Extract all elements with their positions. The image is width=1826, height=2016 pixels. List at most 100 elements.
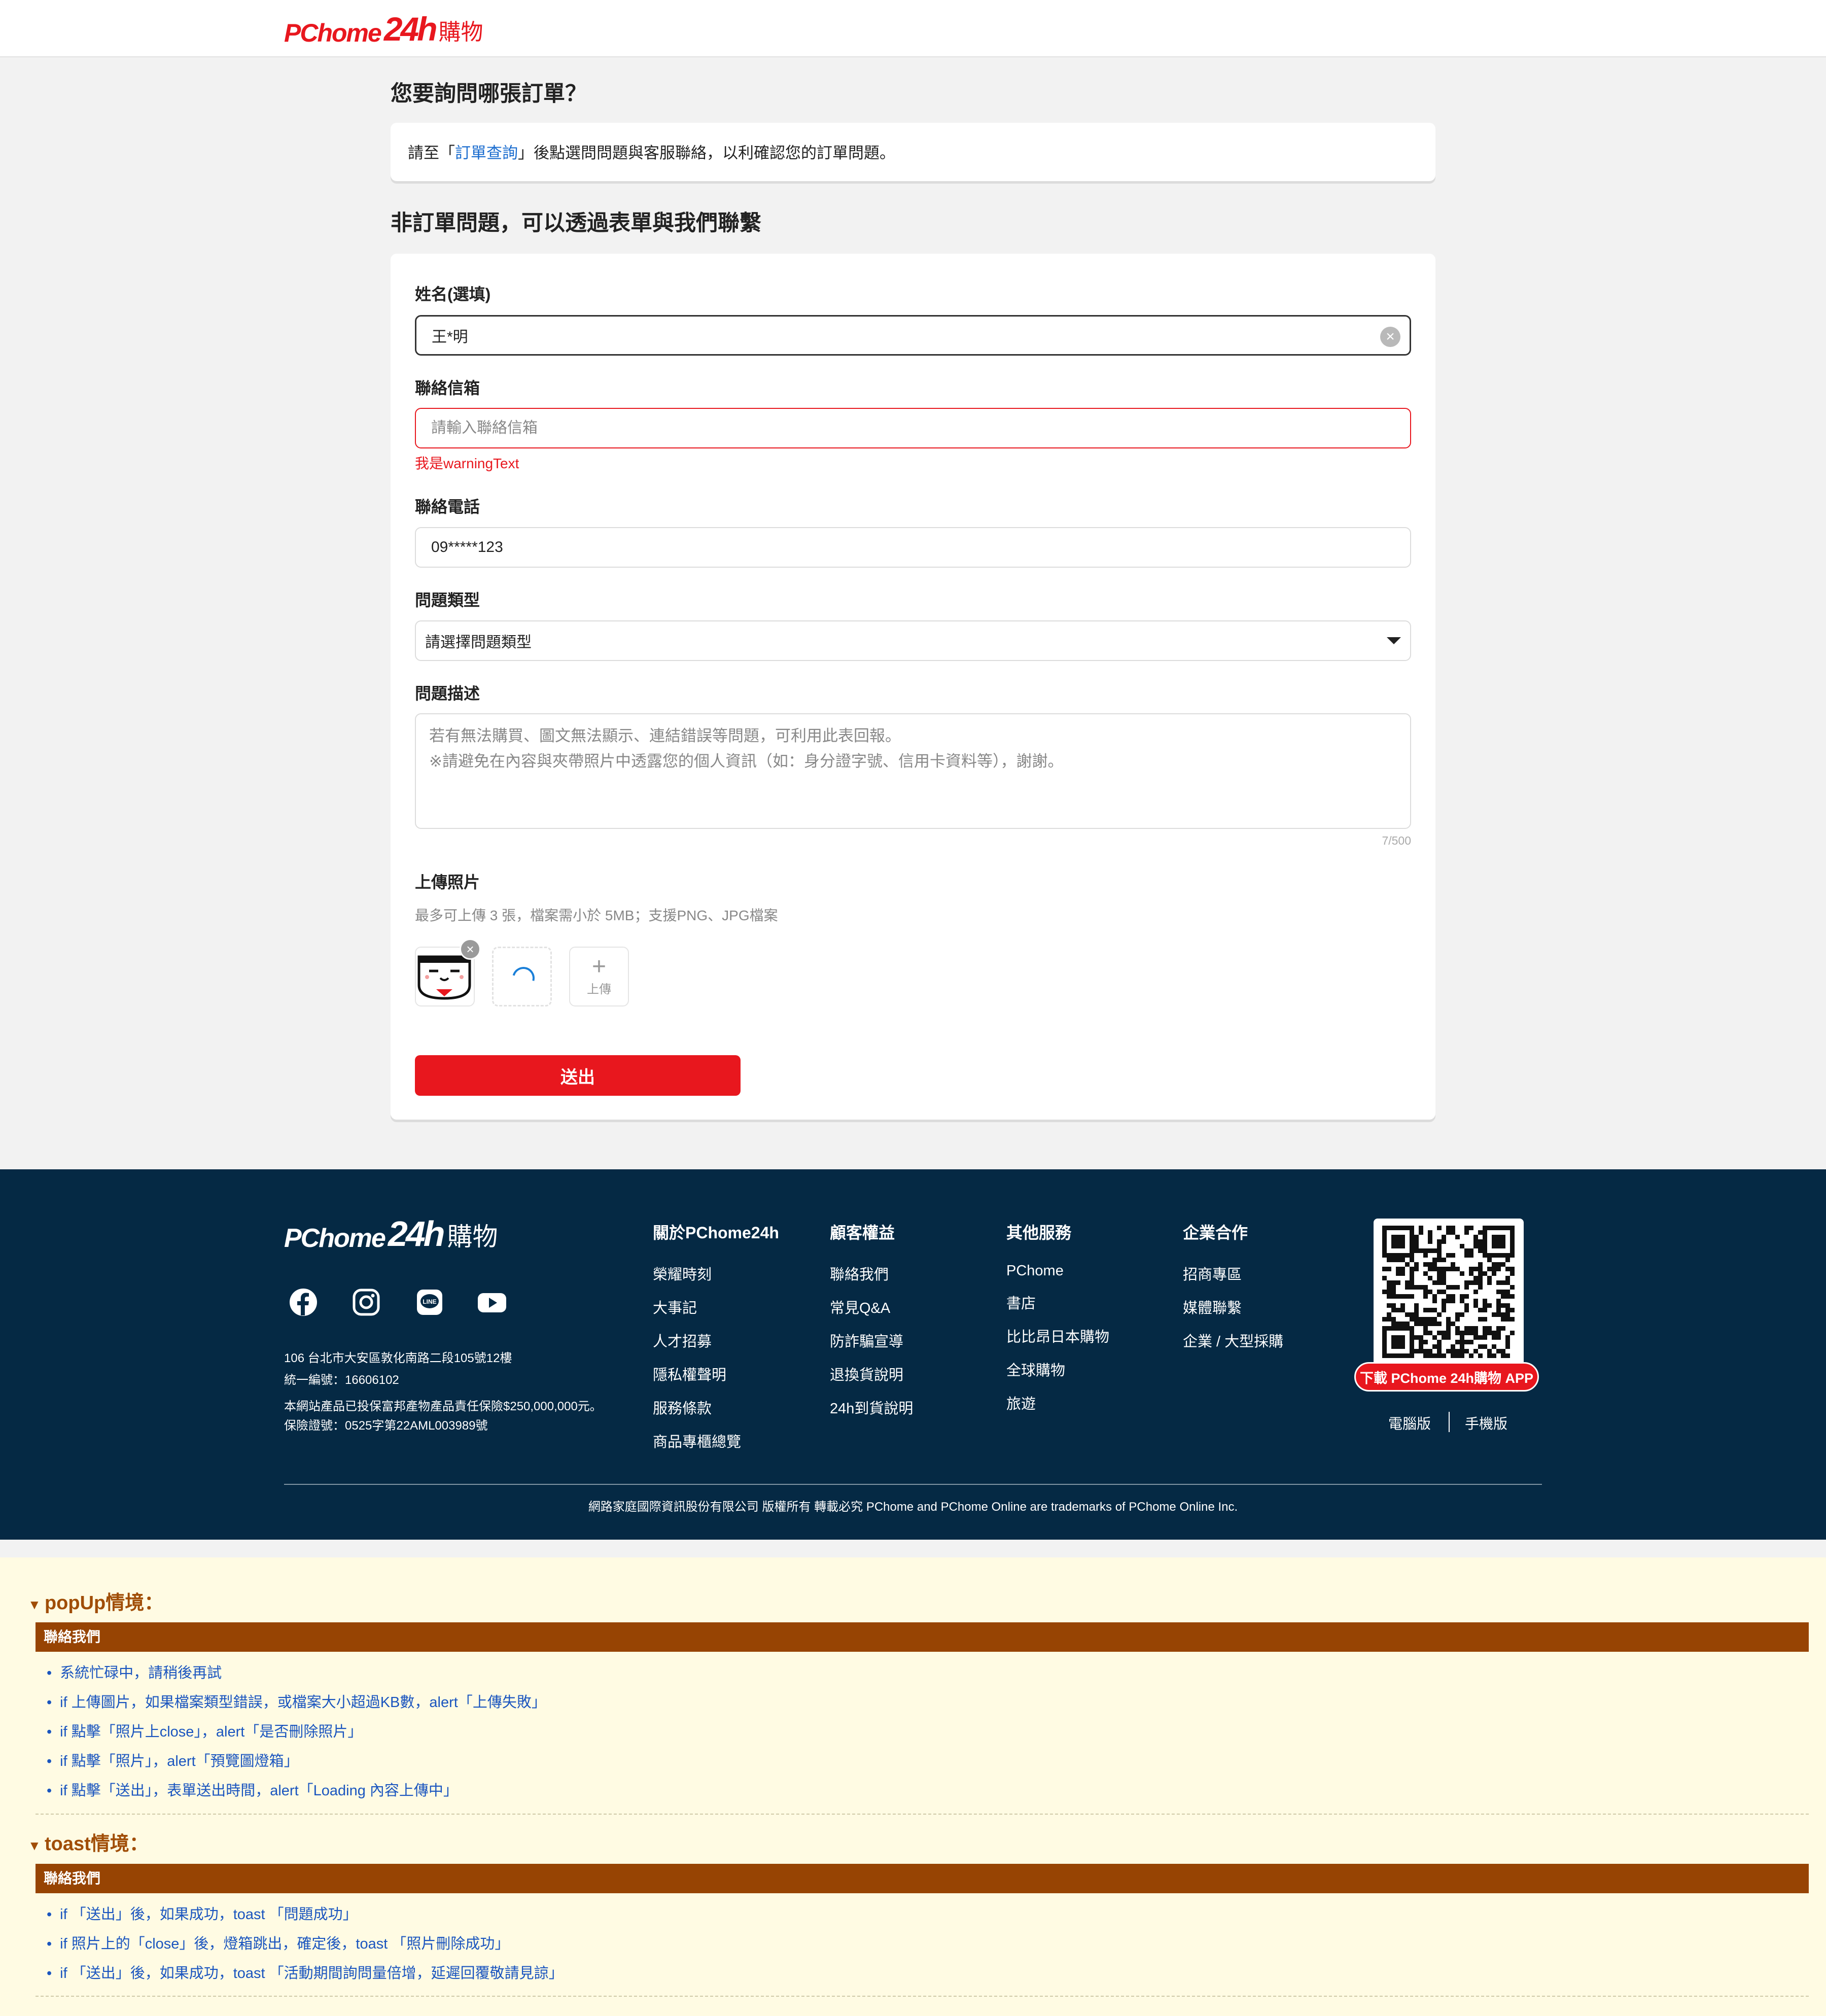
footer-column-title: 關於PChome24h (653, 1224, 779, 1242)
email-input[interactable] (430, 419, 1396, 437)
toast-section-title[interactable]: ▼ toast情境： (28, 1828, 149, 1856)
upload-label: 上傳照片 (415, 873, 480, 891)
footer-address: 106 台北市大安區敦化南路二段105號12樓 (284, 1351, 512, 1365)
footer-link[interactable]: 媒體聯繫 (1183, 1296, 1283, 1317)
footer-column-customer-rights: 顧客權益 聯絡我們 常見Q&A 防詐騙宣導 退換貨說明 24h到貨說明 (830, 1220, 913, 1430)
footer-link[interactable]: 旅遊 (1006, 1392, 1109, 1413)
footer-column-business: 企業合作 招商專區 媒體聯繫 企業 / 大型採購 (1183, 1220, 1283, 1363)
triangle-down-icon: ▼ (28, 1838, 45, 1853)
phone-label: 聯絡電話 (415, 498, 480, 516)
footer-logo-pchome-text: PChome (284, 1224, 386, 1253)
footer-link[interactable]: 聯絡我們 (830, 1263, 913, 1284)
qr-code-icon (1382, 1226, 1515, 1358)
pchome-24h-logo[interactable]: PChome 24h 購物 (284, 11, 483, 46)
popup-section-title[interactable]: ▼ popUp情境： (28, 1587, 163, 1615)
footer-tax-id: 統一編號：16606102 (284, 1373, 399, 1387)
footer-divider (284, 1484, 1542, 1485)
clear-icon[interactable]: × (1380, 327, 1400, 347)
toast-item: if 「送出」後，如果成功，toast 「問題成功」 (47, 1902, 358, 1924)
popup-item: if 點擊「照片」，alert「預覽圖燈箱」 (47, 1749, 298, 1770)
footer-link[interactable]: 常見Q&A (830, 1296, 913, 1317)
description-placeholder-line1: 若有無法購買、圖文無法顯示、連結錯誤等問題，可利用此表回報。 (429, 727, 901, 745)
footer-link[interactable]: 招商專區 (1183, 1263, 1283, 1284)
footer-link[interactable]: 榮耀時刻 (653, 1263, 779, 1284)
triangle-down-icon: ▼ (28, 1597, 45, 1612)
footer-logo-24h-text: 24h (388, 1214, 445, 1254)
logo-24h-text: 24h (383, 10, 438, 48)
logo-pchome-text: PChome (284, 19, 382, 47)
question-type-value: 請選擇問題類型 (425, 634, 532, 651)
question-type-select[interactable]: 請選擇問題類型 (415, 620, 1411, 661)
mobile-version-link[interactable]: 手機版 (1465, 1413, 1507, 1433)
description-textarea[interactable]: 若有無法購買、圖文無法顯示、連結錯誤等問題，可利用此表回報。 ※請避免在內容與夾… (415, 713, 1411, 829)
name-field[interactable]: × (415, 315, 1411, 356)
add-photo-button[interactable]: + 上傳 (569, 947, 629, 1006)
footer-link[interactable]: 比比昂日本購物 (1006, 1325, 1109, 1346)
footer-insurance-line2: 保險證號：0525字第22AML003989號 (284, 1419, 488, 1433)
spec-notes-panel: ▼ popUp情境： 聯絡我們 系統忙碌中，請稍後再試 if 上傳圖片，如果檔案… (0, 1557, 1826, 2016)
footer-logo-shop-text: 購物 (447, 1222, 498, 1252)
app-download-qr-code[interactable] (1374, 1219, 1524, 1366)
name-input[interactable] (431, 326, 1395, 344)
footer-link[interactable]: 人才招募 (653, 1330, 779, 1351)
desktop-version-link[interactable]: 電腦版 (1388, 1413, 1431, 1433)
footer-link[interactable]: 防詐騙宣導 (830, 1330, 913, 1351)
uploading-photo-slot (492, 947, 552, 1006)
footer-link[interactable]: 隱私權聲明 (653, 1363, 779, 1384)
app-download-button[interactable]: 下載 PChome 24h購物 APP (1354, 1362, 1539, 1392)
section-divider (36, 1814, 1809, 1815)
footer-link[interactable]: 企業 / 大型採購 (1183, 1330, 1283, 1351)
logo-shop-text: 購物 (438, 19, 483, 45)
caret-down-icon (1387, 637, 1401, 644)
instagram-icon[interactable] (351, 1287, 381, 1317)
phone-input[interactable] (430, 538, 1396, 557)
popup-item: if 點擊「照片上close」，alert「是否刪除照片」 (47, 1720, 362, 1741)
toast-item: if 「送出」後，如果成功，toast 「活動期間詢問量倍增，延遲回覆敬請見諒」 (47, 1961, 564, 1983)
submit-button[interactable]: 送出 (415, 1055, 741, 1096)
top-header: PChome 24h 購物 (0, 0, 1826, 57)
svg-text:LINE: LINE (423, 1298, 436, 1305)
add-photo-label: 上傳 (587, 983, 611, 996)
order-query-link[interactable]: 訂單查詢 (455, 144, 518, 162)
order-notice-box: 請至「訂單查詢」後點選問問題與客服聯絡，以利確認您的訂單問題。 (391, 123, 1435, 181)
popup-item: if 上傳圖片，如果檔案類型錯誤，或檔案大小超過KB數，alert「上傳失敗」 (47, 1690, 546, 1712)
footer-link[interactable]: 大事記 (653, 1296, 779, 1317)
contact-form: 姓名(選填) × 聯絡信箱 我是warningText 聯絡電話 問題類型 請選… (391, 254, 1435, 1120)
facebook-icon[interactable] (288, 1287, 319, 1317)
order-question-title: 您要詢問哪張訂單？ (391, 82, 587, 106)
footer-link[interactable]: PChome (1006, 1263, 1109, 1279)
remove-photo-close-icon[interactable]: × (460, 939, 481, 960)
footer-column-title: 其他服務 (1006, 1224, 1072, 1242)
site-footer: PChome 24h 購物 LINE 106 台北市大安區敦化南路二段105號1… (0, 1169, 1826, 1540)
youtube-icon[interactable] (477, 1287, 507, 1317)
version-divider (1449, 1412, 1450, 1432)
footer-link[interactable]: 退換貨說明 (830, 1363, 913, 1384)
upload-hint: 最多可上傳 3 張，檔案需小於 5MB；支援PNG、JPG檔案 (415, 908, 778, 923)
popup-section-bar: 聯絡我們 (36, 1622, 1809, 1652)
toast-section-bar: 聯絡我們 (36, 1864, 1809, 1893)
footer-logo[interactable]: PChome 24h 購物 (284, 1216, 498, 1252)
footer-link[interactable]: 24h到貨說明 (830, 1397, 913, 1418)
section-divider (36, 1996, 1809, 1997)
description-label: 問題描述 (415, 684, 480, 703)
footer-insurance-line1: 本網站產品已投保富邦產物產品責任保險$250,000,000元。 (284, 1400, 602, 1413)
footer-link[interactable]: 服務條款 (653, 1397, 779, 1418)
footer-link[interactable]: 商品專櫃總覽 (653, 1430, 779, 1451)
character-count: 7/500 (1382, 834, 1411, 847)
popup-item: if 點擊「送出」，表單送出時間，alert「Loading 內容上傳中」 (47, 1779, 458, 1800)
name-label: 姓名(選填) (415, 285, 491, 303)
order-notice-text: 請至「訂單查詢」後點選問問題與客服聯絡，以利確認您的訂單問題。 (408, 144, 895, 162)
footer-link[interactable]: 全球購物 (1006, 1359, 1109, 1380)
toast-item: if 照片上的「close」後，燈箱跳出，確定後，toast 「照片刪除成功」 (47, 1932, 509, 1953)
email-field[interactable] (415, 408, 1411, 448)
footer-copyright: 網路家庭國際資訊股份有限公司 版權所有 轉載必究 PChome and PCho… (588, 1500, 1238, 1514)
plus-icon: + (591, 953, 607, 980)
description-placeholder-line2: ※請避免在內容與夾帶照片中透露您的個人資訊（如：身分證字號、信用卡資料等），謝謝… (429, 752, 1064, 770)
contact-form-title: 非訂單問題，可以透過表單與我們聯繫 (391, 211, 761, 235)
line-icon[interactable]: LINE (414, 1287, 445, 1317)
email-label: 聯絡信箱 (415, 379, 480, 397)
uploaded-photo-thumbnail[interactable]: × (415, 939, 481, 1006)
footer-column-other-services: 其他服務 PChome 書店 比比昂日本購物 全球購物 旅遊 (1006, 1220, 1109, 1426)
footer-link[interactable]: 書店 (1006, 1292, 1109, 1313)
phone-field[interactable] (415, 527, 1411, 568)
